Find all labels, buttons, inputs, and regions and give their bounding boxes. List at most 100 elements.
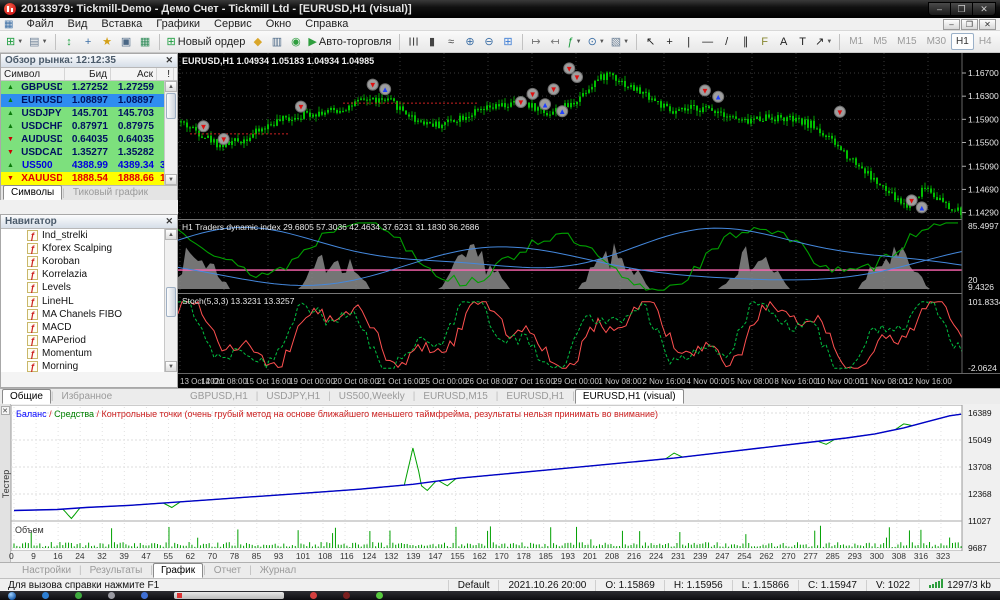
menu-Графики[interactable]: Графики (149, 18, 207, 30)
timeframe-M5[interactable]: M5 (868, 33, 892, 50)
timeframe-M30[interactable]: M30 (922, 33, 951, 50)
navigator-item[interactable]: ƒ Momentum (1, 347, 177, 360)
bar-chart-icon[interactable]: ☰ (404, 32, 423, 51)
chart-tab-2[interactable]: USDJPY,H1 (258, 389, 328, 404)
navigator-scrollbar[interactable]: ▲ ▼ (164, 229, 177, 372)
channel-icon[interactable]: ∥ (736, 32, 755, 51)
taskbar-app-blue[interactable] (141, 592, 148, 599)
status-profile[interactable]: Default (447, 579, 499, 591)
fibonacci-icon[interactable]: F (755, 32, 774, 51)
market-watch-columns[interactable]: Символ Бид Аск! (1, 68, 177, 81)
metaeditor-icon[interactable]: ▥ (267, 32, 286, 51)
tester-tab-2[interactable]: Результаты (82, 563, 151, 578)
navigator-item[interactable]: ƒ MAPeriod (1, 334, 177, 347)
taskbar-active-window[interactable] (174, 592, 284, 599)
indicators-icon[interactable]: ƒ ▼ (565, 32, 585, 51)
mw-column-Символ[interactable]: Символ (1, 68, 65, 80)
text-icon[interactable]: A (774, 32, 793, 51)
market-watch-row-AUDUSD[interactable]: ▼AUDUSD0.640350.640350 (1, 133, 177, 146)
horizontal-line-icon[interactable]: — (698, 32, 717, 51)
navigator-item[interactable]: ƒ MACD (1, 321, 177, 334)
minimize-button[interactable]: – (929, 3, 951, 15)
auto-trading-button[interactable]: ▶ Авто-торговля (305, 32, 394, 51)
taskbar-start-orb[interactable] (8, 591, 16, 600)
crosshair-icon[interactable]: + (660, 32, 679, 51)
navigator-item[interactable]: ƒ Levels (1, 281, 177, 294)
mw-column-Аск[interactable]: Аск (111, 68, 157, 80)
timeframe-H4[interactable]: H4 (974, 33, 997, 50)
navigator-item[interactable]: ƒ Ind_strelki (1, 229, 177, 242)
navigator-icon[interactable]: ★ (98, 32, 117, 51)
market-watch-row-GBPUSD[interactable]: ▲GBPUSD1.272521.272597 (1, 81, 177, 94)
window-controls[interactable]: – ❐ ✕ (928, 2, 996, 16)
market-watch-row-XAUUSD[interactable]: ▼XAUUSD1888.541888.6612 (1, 172, 177, 185)
market-watch-row-USDCHF[interactable]: ▲USDCHF0.879710.879754 (1, 120, 177, 133)
menu-Сервис[interactable]: Сервис (207, 18, 259, 30)
menu-Вставка[interactable]: Вставка (94, 18, 149, 30)
trendline-icon[interactable]: / (717, 32, 736, 51)
mw-column-![interactable]: ! (157, 68, 174, 80)
mw-column-Бид[interactable]: Бид (65, 68, 111, 80)
auto-scroll-icon[interactable]: ↦ (527, 32, 546, 51)
timeframe-M15[interactable]: M15 (892, 33, 921, 50)
navigator-close-icon[interactable]: ✕ (165, 216, 173, 227)
periods-icon[interactable]: ⊙ ▼ (585, 32, 608, 51)
profiles-icon[interactable]: ▤ ▼ (26, 32, 50, 51)
taskbar-app-lime[interactable] (376, 592, 383, 599)
child-minimize-button[interactable]: – (943, 18, 960, 30)
taskbar-app-gray[interactable] (108, 592, 115, 599)
new-chart-icon[interactable]: ⊞ ▼ (3, 32, 26, 51)
text-label-icon[interactable]: T (793, 32, 812, 51)
navigator-item[interactable]: ƒ MA Chanels FIBO (1, 308, 177, 321)
tester-close-icon[interactable]: ✕ (0, 406, 10, 415)
chart-tab-3[interactable]: US500,Weekly (331, 389, 413, 404)
chart-canvas[interactable]: ▼ ▼ ▼ ▼ ▲ ▼ ▼ ▲ ▼ ▲ ▼ ▼ ▼ ▲ ▼ ▼ ▲ 1.16700 1.16300 1.15900 1.… (177, 53, 1000, 388)
child-window-icon[interactable]: ▦ (4, 19, 13, 30)
child-restore-button[interactable]: ❐ (961, 18, 978, 30)
tester-tab-3[interactable]: График (152, 563, 204, 578)
navigator-tab-2[interactable]: Избранное (54, 389, 121, 404)
candle-chart-icon[interactable]: ▮ (423, 32, 442, 51)
windows-taskbar[interactable] (0, 591, 1000, 600)
navigator-tab-1[interactable]: Общие (2, 389, 51, 404)
navigator-item[interactable]: ƒ LineHL (1, 294, 177, 307)
zoom-out-icon[interactable]: ⊖ (480, 32, 499, 51)
chart-tab-1[interactable]: GBPUSD,H1 (182, 389, 256, 404)
cursor-icon[interactable]: ↖ (641, 32, 660, 51)
line-chart-icon[interactable]: ≈ (442, 32, 461, 51)
deposit-icon[interactable]: ◆ (248, 32, 267, 51)
tester-graph[interactable]: Баланс / Средства / Контрольные точки (о… (11, 405, 1000, 551)
chart-shift-icon[interactable]: ↤ (546, 32, 565, 51)
chart-tab-5[interactable]: EURUSD,H1 (498, 389, 572, 404)
maximize-button[interactable]: ❐ (951, 3, 973, 15)
tester-tab-1[interactable]: Настройки (14, 563, 79, 578)
market-watch-row-USDJPY[interactable]: ▲USDJPY145.701145.7032 (1, 107, 177, 120)
navigator-item[interactable]: ƒ Kforex Scalping (1, 242, 177, 255)
market-watch-close-icon[interactable]: ✕ (165, 55, 173, 66)
data-window-icon[interactable]: + (79, 32, 98, 51)
chart-tab-6[interactable]: EURUSD,H1 (visual) (574, 389, 684, 404)
taskbar-app-maroon[interactable] (343, 592, 350, 599)
market-watch-row-EURUSD[interactable]: ▲EURUSD1.088971.088970 (1, 94, 177, 107)
menu-Файл[interactable]: Файл (19, 18, 60, 30)
menu-Справка[interactable]: Справка (298, 18, 355, 30)
market-watch-row-USDCAD[interactable]: ▼USDCAD1.352771.352825 (1, 146, 177, 159)
taskbar-internet-explorer[interactable] (42, 592, 49, 599)
child-window-controls[interactable]: – ❐ ✕ (943, 18, 996, 30)
taskbar-app-green[interactable] (75, 592, 82, 599)
tile-windows-icon[interactable]: ⊞ (499, 32, 518, 51)
menu-Вид[interactable]: Вид (61, 18, 95, 30)
tester-tab-5[interactable]: Журнал (252, 563, 305, 578)
close-button[interactable]: ✕ (973, 3, 995, 15)
menu-Окно[interactable]: Окно (259, 18, 299, 30)
navigator-item[interactable]: ƒ Koroban (1, 255, 177, 268)
vertical-line-icon[interactable]: | (679, 32, 698, 51)
signals-icon[interactable]: ◉ (286, 32, 305, 51)
timeframe-H1[interactable]: H1 (951, 33, 974, 50)
market-watch-icon[interactable]: ↕ (60, 32, 79, 51)
timeframe-M1[interactable]: M1 (844, 33, 868, 50)
taskbar-app-red[interactable] (310, 592, 317, 599)
market-watch-row-US500[interactable]: ▲US5004388.994389.3435 (1, 159, 177, 172)
child-close-button[interactable]: ✕ (979, 18, 996, 30)
navigator-item[interactable]: ƒ Morning (1, 360, 177, 372)
